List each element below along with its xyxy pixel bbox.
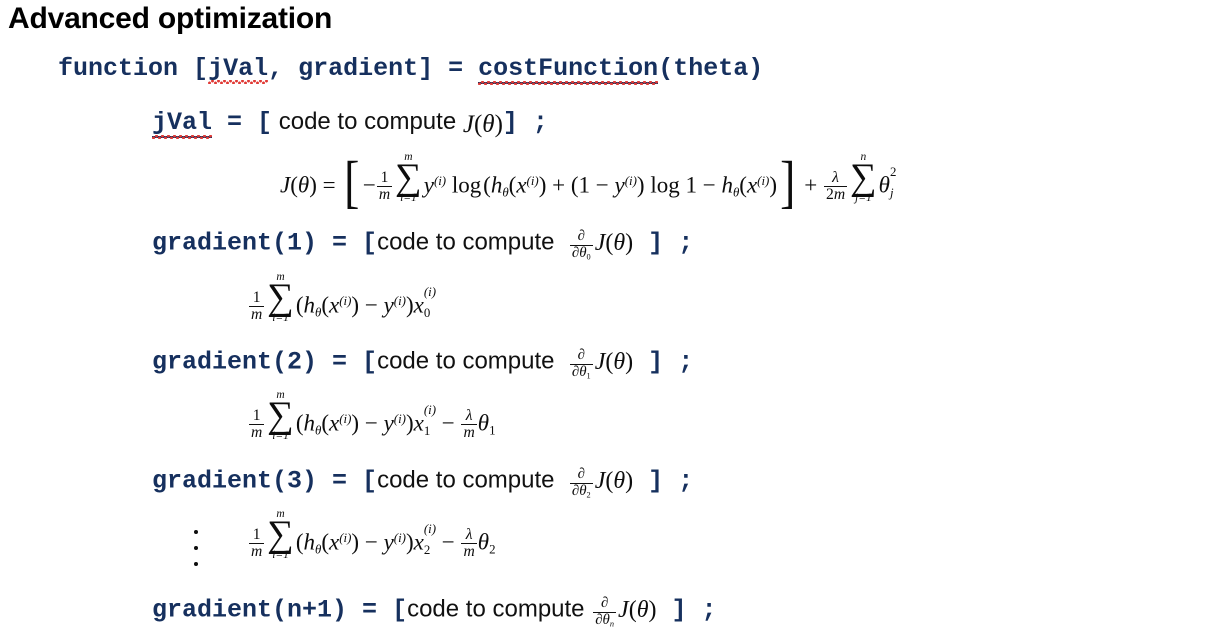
gradient-1-gap2 bbox=[633, 229, 648, 258]
gradient-1-derivative: ∂ ∂θ0 J(θ) bbox=[569, 228, 634, 261]
gradient-last-line: gradient(n+1) = [code to compute ∂ ∂θn J(θ… bbox=[152, 595, 717, 629]
gradient-last-close-bracket: ] bbox=[671, 595, 687, 625]
ellipsis-dot-2 bbox=[194, 546, 198, 550]
gradient-last-open-bracket: [ bbox=[392, 595, 408, 625]
gradient-2-semicolon: ; bbox=[663, 347, 694, 377]
gradient-3-label: gradient(3) bbox=[152, 466, 318, 496]
gradient-2-open-bracket: [ bbox=[362, 347, 378, 377]
jval-prose bbox=[272, 108, 279, 135]
gradient-2-x-sub: 1 bbox=[423, 424, 431, 439]
cost-function-args: (theta) bbox=[658, 54, 764, 83]
output-close-bracket: ] bbox=[418, 54, 434, 83]
gradient-3-equals: = bbox=[317, 466, 363, 496]
gradient-3-x-sub: 2 bbox=[423, 543, 431, 558]
gradient-2-gap bbox=[555, 348, 568, 375]
slide-canvas: { "slide": { "title": "Advanced optimiza… bbox=[0, 0, 1218, 643]
gradient-1-formula: 1 m m ∑ i=1 (hθ(x(i)) − y(i))x (i) 0 bbox=[249, 271, 436, 325]
jval-semicolon: ; bbox=[517, 108, 548, 137]
gradient-3-theta-sub: 2 bbox=[489, 542, 496, 557]
gradient-2-deriv-sub: 1 bbox=[586, 370, 591, 380]
gradient-2-prose: code to compute bbox=[377, 347, 555, 375]
gradient-3-open-bracket: [ bbox=[362, 466, 378, 496]
gradient-1-line: gradient(1) = [code to compute ∂ ∂θ0 J(θ) … bbox=[152, 228, 694, 262]
output-jval-token: jVal bbox=[208, 54, 269, 84]
cost-function-name: costFunction bbox=[478, 54, 659, 85]
gradient-3-derivative: ∂ ∂θ2 J(θ) bbox=[569, 466, 634, 499]
output-open-bracket: [ bbox=[193, 54, 209, 83]
gradient-2-close-bracket: ] bbox=[648, 347, 664, 377]
jval-line: jVal = [ code to compute J(θ)] ; bbox=[152, 108, 548, 139]
gradient-2-label: gradient(2) bbox=[152, 347, 318, 377]
gradient-last-equals: = bbox=[347, 595, 393, 625]
jval-math-jtheta: J(θ) bbox=[462, 111, 503, 139]
gradient-1-label: gradient(1) bbox=[152, 228, 318, 258]
function-keyword: function bbox=[58, 54, 179, 83]
gradient-3-gap bbox=[555, 467, 568, 494]
gradient-last-gap2 bbox=[657, 596, 672, 625]
gradient-last-semicolon: ; bbox=[686, 595, 717, 625]
jval-open-bracket: [ bbox=[257, 108, 273, 137]
jval-token: jVal bbox=[152, 108, 213, 139]
gradient-1-gap bbox=[555, 229, 568, 256]
gradient-3-gap2 bbox=[633, 467, 648, 496]
gradient-3-line: gradient(3) = [code to compute ∂ ∂θ2 J(θ) … bbox=[152, 466, 694, 500]
gradient-3-deriv-sub: 2 bbox=[586, 489, 591, 499]
gradient-1-close-bracket: ] bbox=[648, 228, 664, 258]
gradient-1-deriv-sub: 0 bbox=[586, 251, 591, 261]
gradient-1-open-bracket: [ bbox=[362, 228, 378, 258]
jval-prose-text: code to compute bbox=[278, 108, 457, 135]
gradient-last-prose: code to compute bbox=[407, 595, 585, 623]
gradient-1-prose: code to compute bbox=[377, 228, 555, 256]
gradient-3-semicolon: ; bbox=[663, 466, 694, 496]
gradient-3-close-bracket: ] bbox=[648, 466, 664, 496]
jval-gap bbox=[456, 108, 463, 135]
ellipsis-dot-3 bbox=[194, 562, 198, 566]
gradient-2-gap2 bbox=[633, 348, 648, 377]
gradient-last-deriv-sub: n bbox=[609, 618, 615, 628]
gradient-last-label: gradient(n+1) bbox=[152, 595, 348, 625]
gradient-2-line: gradient(2) = [code to compute ∂ ∂θ1 J(θ) … bbox=[152, 347, 694, 381]
function-signature-line: function [jVal, gradient] = costFunction… bbox=[58, 54, 764, 85]
ellipsis-dot-1 bbox=[194, 530, 198, 534]
gradient-3-formula: 1 m m ∑ i=1 (hθ(x(i)) − y(i))x (i) 2 − λ m θ2 bbox=[249, 508, 496, 562]
vertical-ellipsis bbox=[194, 530, 204, 578]
gradient-2-equals: = bbox=[317, 347, 363, 377]
page-title: Advanced optimization bbox=[8, 2, 333, 35]
signature-equals: = bbox=[433, 54, 479, 83]
jval-equals: = bbox=[212, 108, 258, 137]
gradient-1-x-sub: 0 bbox=[423, 306, 431, 321]
gradient-2-theta-sub: 1 bbox=[489, 423, 496, 438]
cost-function-formula: J(θ) = [−1 m m ∑ i=1 y(i) log (hθ(x(i)) + (1 … bbox=[280, 148, 897, 214]
signature-space bbox=[178, 54, 193, 83]
gradient-last-derivative: ∂ ∂θn J(θ) bbox=[593, 595, 657, 628]
gradient-2-formula: 1 m m ∑ i=1 (hθ(x(i)) − y(i))x (i) 1 − λ m θ1 bbox=[249, 389, 496, 443]
gradient-1-equals: = bbox=[317, 228, 363, 258]
jval-close-bracket: ] bbox=[502, 108, 518, 137]
gradient-1-semicolon: ; bbox=[663, 228, 694, 258]
signature-comma: , bbox=[268, 54, 299, 83]
gradient-last-gap bbox=[585, 596, 592, 623]
gradient-3-prose: code to compute bbox=[377, 466, 555, 494]
output-gradient-token: gradient bbox=[298, 54, 419, 83]
gradient-2-derivative: ∂ ∂θ1 J(θ) bbox=[569, 347, 634, 380]
